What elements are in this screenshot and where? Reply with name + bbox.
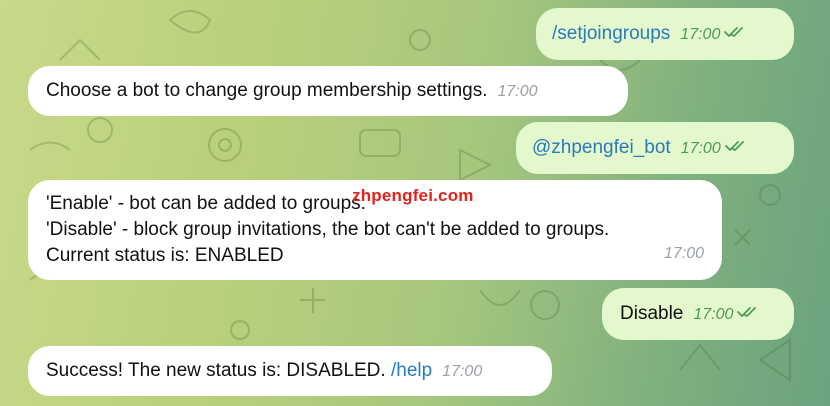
chat-area: /setjoingroups 17:00 Choose a bot to chan… <box>0 0 830 406</box>
double-check-icon <box>724 27 744 37</box>
message-time: 17:00 <box>663 245 704 262</box>
watermark: zhpengfei.com <box>352 186 474 205</box>
message-text: Disable <box>620 303 684 324</box>
double-check-icon <box>724 141 744 151</box>
help-command-link[interactable]: /help <box>391 360 432 381</box>
message-outgoing[interactable]: Disable 17:00 <box>602 288 794 340</box>
bot-mention-link[interactable]: @zhpengfei_bot <box>532 137 671 158</box>
command-link[interactable]: /setjoingroups <box>552 23 670 44</box>
message-outgoing[interactable]: /setjoingroups 17:00 <box>536 8 794 60</box>
message-time: 17:00 <box>680 26 721 43</box>
message-time: 17:00 <box>497 83 538 100</box>
message-line: Current status is: ENABLED <box>46 245 284 266</box>
message-time: 17:00 <box>693 306 734 323</box>
message-outgoing[interactable]: @zhpengfei_bot 17:00 <box>516 122 794 174</box>
double-check-icon <box>737 307 757 317</box>
message-incoming[interactable]: Choose a bot to change group membership … <box>28 66 628 116</box>
message-text: Success! The new status is: DISABLED. <box>46 360 386 381</box>
message-text: Choose a bot to change group membership … <box>46 80 488 101</box>
message-time: 17:00 <box>442 363 483 380</box>
message-line: 'Disable' - block group invitations, the… <box>46 219 610 240</box>
message-incoming[interactable]: Success! The new status is: DISABLED. /h… <box>28 346 552 396</box>
message-time: 17:00 <box>680 140 721 157</box>
